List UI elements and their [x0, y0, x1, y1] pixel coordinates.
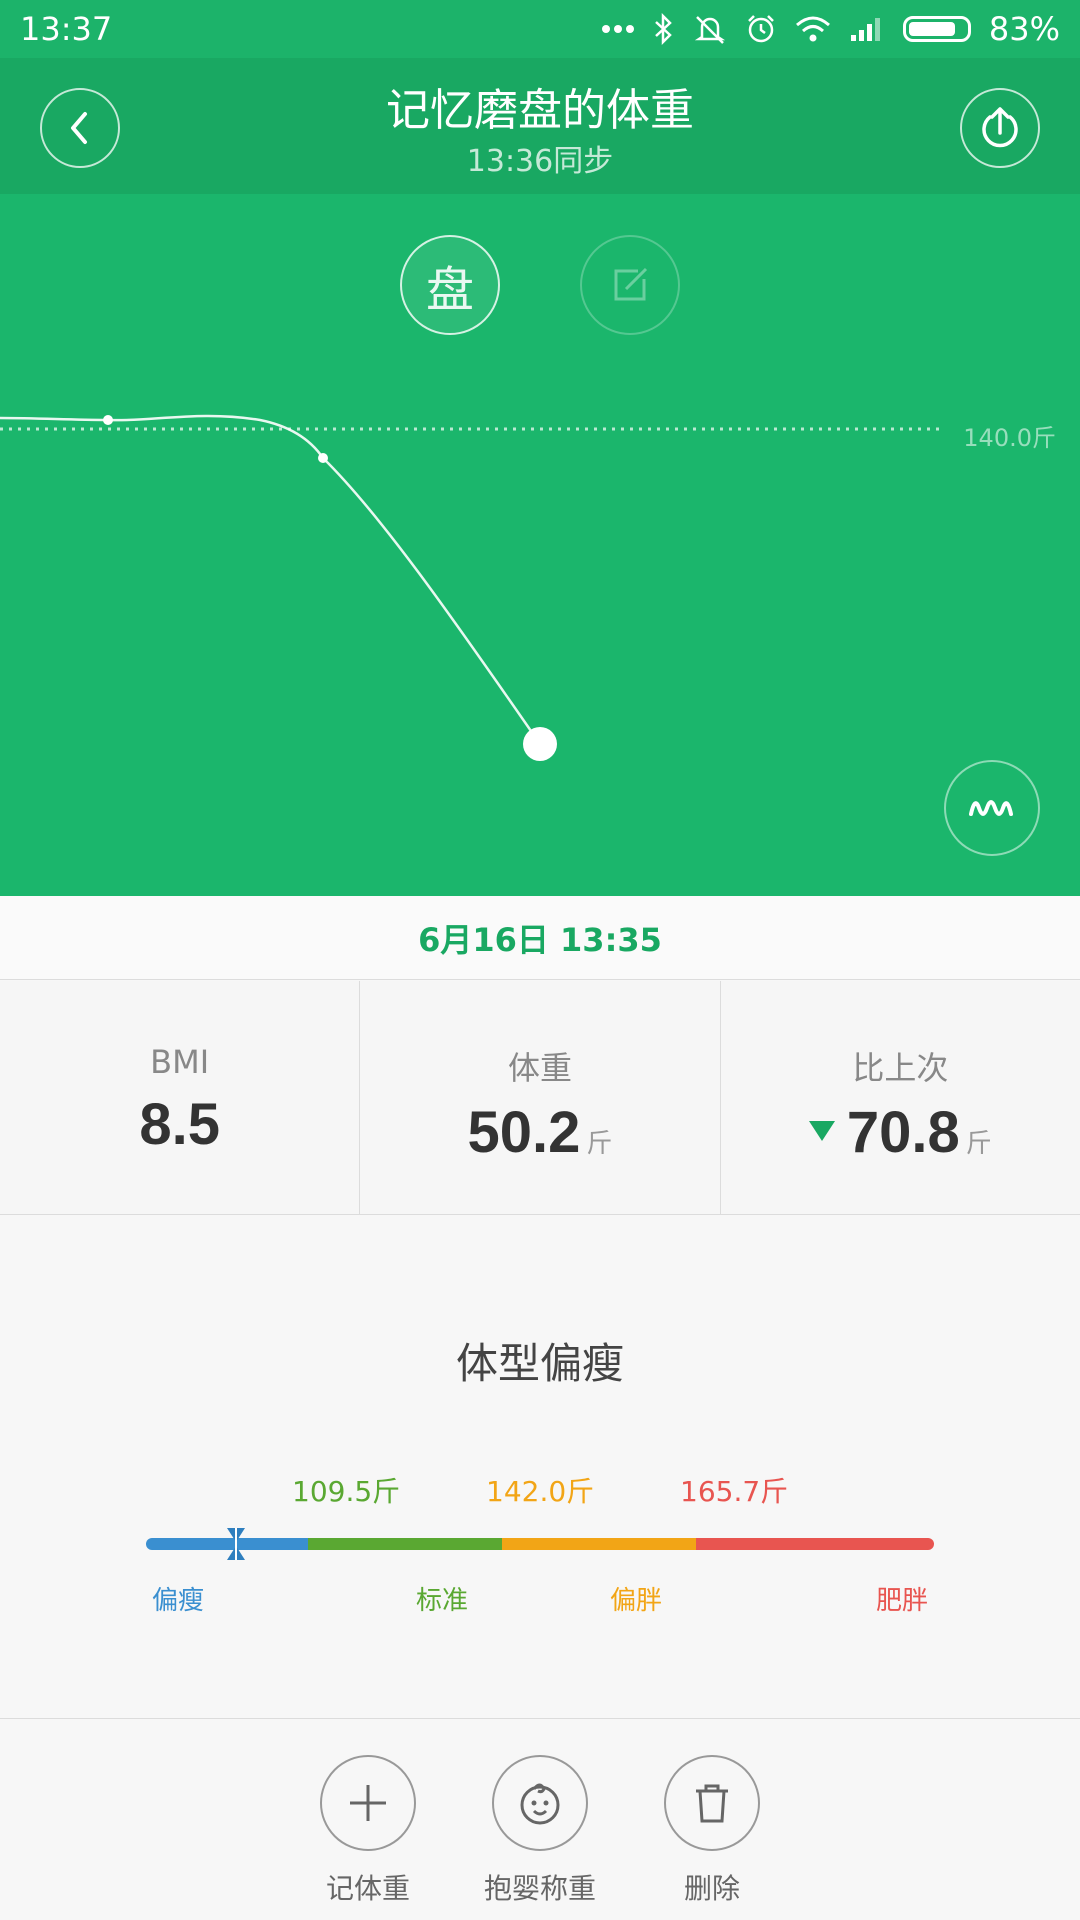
- bmi-stat: BMI 8.5: [0, 981, 359, 1214]
- more-dots-icon: [601, 24, 635, 34]
- manual-entry-mode-button[interactable]: [580, 235, 680, 335]
- change-value: 70.8: [846, 1100, 960, 1165]
- body-type-label: 体型偏瘦: [455, 1339, 624, 1388]
- category-standard: 标准: [416, 1586, 469, 1616]
- record-datetime: 6月16日 13:35: [0, 896, 1080, 980]
- category-thin: 偏瘦: [152, 1586, 205, 1616]
- category-obese: 肥胖: [876, 1586, 929, 1616]
- chart-point: [318, 453, 328, 463]
- stats-panel: BMI 8.5 体重 50.2 斤 比上次 70.8 斤: [0, 981, 1080, 1215]
- weight-value: 50.2: [467, 1100, 581, 1165]
- weight-stat: 体重 50.2 斤: [359, 981, 719, 1214]
- bmi-label: BMI: [150, 1043, 210, 1081]
- threshold-overweight: 142.0斤: [486, 1475, 595, 1508]
- delete-button[interactable]: 删除: [632, 1755, 792, 1907]
- weight-chart: 盘 140.0斤: [0, 194, 1080, 896]
- status-time: 13:37: [20, 10, 113, 48]
- bmi-value: 8.5: [139, 1092, 220, 1157]
- record-weight-label: 记体重: [325, 1872, 410, 1905]
- scale-segment-standard: [308, 1538, 503, 1550]
- threshold-standard: 109.5斤: [292, 1475, 401, 1508]
- page-title: 记忆磨盘的体重: [386, 85, 694, 136]
- body-scale-bar: [146, 1538, 934, 1550]
- wave-button[interactable]: [944, 760, 1040, 856]
- trash-icon: [696, 1784, 728, 1823]
- plus-icon: [350, 1785, 386, 1821]
- bottom-action-bar: 记体重 抱婴称重 删除: [0, 1718, 1080, 1920]
- weight-unit: 斤: [586, 1129, 613, 1159]
- category-overweight: 偏胖: [610, 1586, 663, 1616]
- edit-icon: [614, 267, 648, 301]
- silent-icon: [693, 13, 727, 45]
- signal-icon: [849, 15, 885, 43]
- baby-weigh-button[interactable]: 抱婴称重: [460, 1755, 620, 1907]
- sync-time: 13:36同步: [466, 144, 614, 179]
- reference-line-label: 140.0斤: [963, 424, 1056, 452]
- down-arrow-icon: [808, 1121, 835, 1141]
- change-unit: 斤: [965, 1129, 992, 1159]
- chart-point: [103, 415, 113, 425]
- battery-percent: 83%: [988, 10, 1060, 48]
- chart-point-current: [523, 727, 557, 761]
- baby-weigh-label: 抱婴称重: [483, 1872, 596, 1905]
- weight-label: 体重: [507, 1049, 572, 1087]
- chart-svg: [0, 414, 945, 761]
- alarm-icon: [745, 13, 777, 45]
- scale-segment-obese: [696, 1538, 934, 1550]
- wave-icon: [969, 800, 1013, 816]
- threshold-obese: 165.7斤: [680, 1475, 789, 1508]
- weight-trend-line: [0, 414, 542, 745]
- baby-face-icon: [520, 1783, 560, 1825]
- status-bar: 13:37 83%: [0, 0, 1080, 58]
- scale-mode-button[interactable]: 盘: [400, 235, 500, 335]
- change-stat: 比上次 70.8 斤: [719, 981, 1080, 1214]
- scale-segment-overweight: [502, 1538, 696, 1550]
- change-label: 比上次: [852, 1049, 949, 1087]
- share-button[interactable]: [960, 88, 1040, 168]
- wifi-icon: [795, 15, 831, 43]
- delete-label: 删除: [683, 1872, 740, 1905]
- upload-icon: [982, 107, 1018, 148]
- scale-mode-label: 盘: [425, 262, 474, 318]
- header: 记忆磨盘的体重 13:36同步: [0, 58, 1080, 194]
- battery-icon: [902, 16, 971, 42]
- status-icons: 83%: [601, 10, 1060, 48]
- bluetooth-icon: [653, 13, 675, 45]
- record-weight-button[interactable]: 记体重: [288, 1755, 448, 1907]
- scale-pointer-icon: [227, 1528, 245, 1560]
